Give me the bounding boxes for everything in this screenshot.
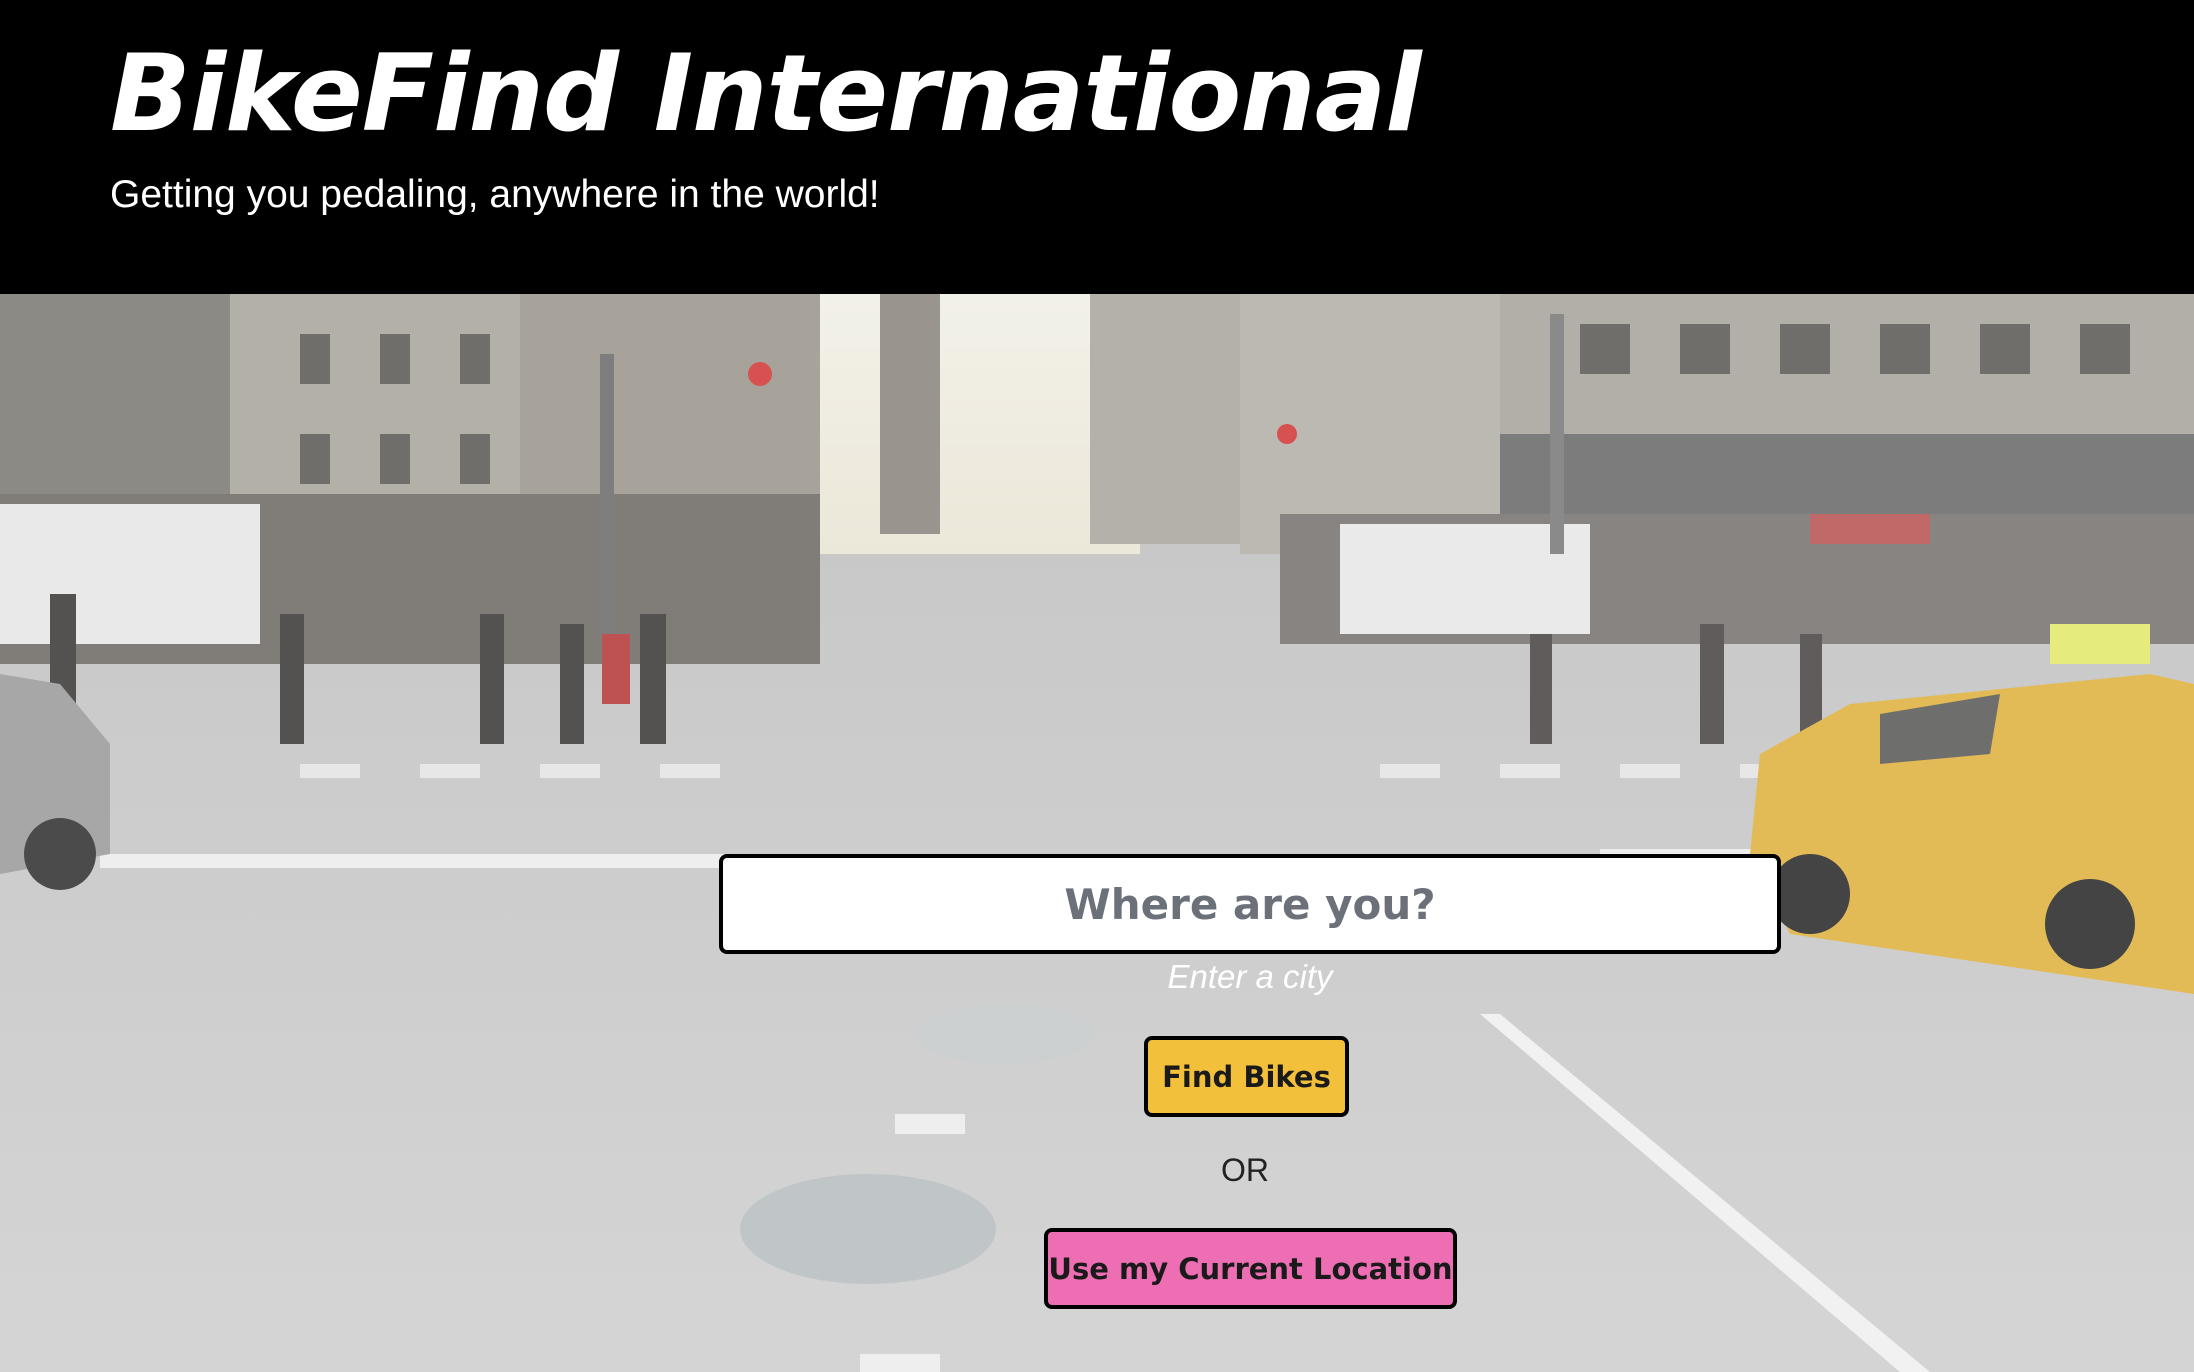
or-separator: OR [1221,1152,1269,1188]
street-scene-image [0,294,2194,1372]
city-search-input[interactable] [719,854,1781,954]
use-current-location-button[interactable]: Use my Current Location [1044,1228,1457,1309]
find-bikes-button[interactable]: Find Bikes [1144,1036,1349,1117]
site-tagline: Getting you pedaling, anywhere in the wo… [110,173,880,216]
hero-section: Enter a city Find Bikes OR Use my Curren… [0,294,2194,1372]
site-title: BikeFind International [110,32,1422,155]
site-header: BikeFind International Getting you pedal… [0,0,2194,294]
search-hint: Enter a city [1167,958,1333,995]
